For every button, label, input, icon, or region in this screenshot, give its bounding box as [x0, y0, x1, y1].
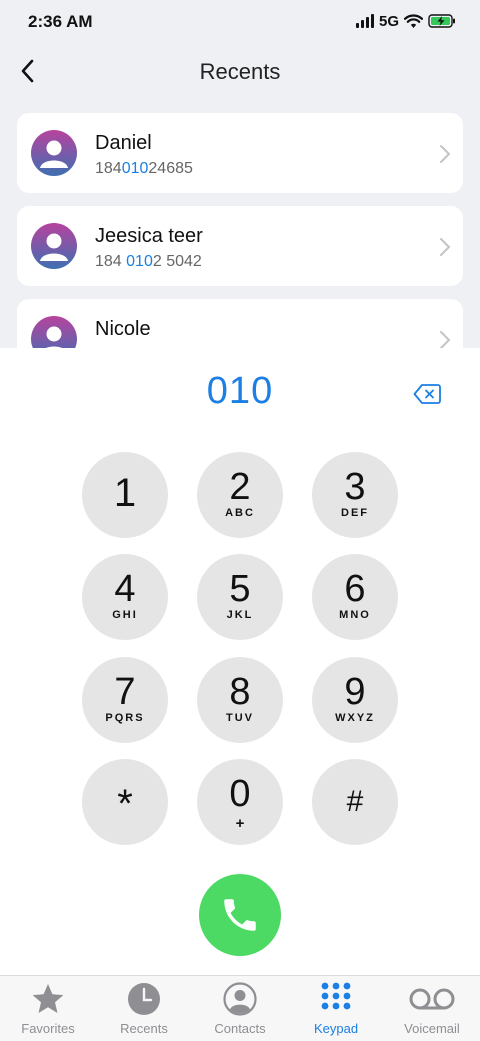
- recent-contact-card[interactable]: Daniel 18401024685: [17, 113, 463, 193]
- tab-label: Contacts: [192, 1021, 288, 1036]
- key-star[interactable]: *: [82, 759, 168, 845]
- key-letters: ABC: [197, 507, 283, 519]
- key-5[interactable]: 5 JKL: [197, 554, 283, 640]
- key-digit: *: [82, 783, 168, 825]
- key-3[interactable]: 3 DEF: [312, 452, 398, 538]
- recent-contact-card[interactable]: Jeesica teer 184 0102 5042: [17, 206, 463, 286]
- key-letters: GHI: [82, 609, 168, 621]
- tab-keypad[interactable]: Keypad: [288, 976, 384, 1041]
- key-2[interactable]: 2 ABC: [197, 452, 283, 538]
- tab-bar: Favorites Recents Contacts Keypad: [0, 975, 480, 1041]
- avatar-icon: [31, 316, 77, 348]
- key-8[interactable]: 8 TUV: [197, 657, 283, 743]
- key-letters: JKL: [197, 609, 283, 621]
- recent-contact-card[interactable]: Nicole: [17, 299, 463, 348]
- key-digit: 5: [197, 568, 283, 610]
- tab-favorites[interactable]: Favorites: [0, 976, 96, 1041]
- key-digit: 1: [82, 472, 168, 514]
- key-1[interactable]: 1: [82, 452, 168, 538]
- key-digit: 0: [197, 773, 283, 815]
- backspace-icon[interactable]: [413, 383, 441, 405]
- key-letters: MNO: [312, 609, 398, 621]
- tab-label: Recents: [96, 1021, 192, 1036]
- key-letters: PQRS: [82, 712, 168, 724]
- page-title: Recents: [0, 59, 480, 85]
- key-digit: 9: [312, 671, 398, 713]
- key-hash[interactable]: #: [312, 759, 398, 845]
- key-9[interactable]: 9 WXYZ: [312, 657, 398, 743]
- contact-number: 18401024685: [95, 160, 193, 178]
- star-icon: [31, 982, 65, 1016]
- key-letters: TUV: [197, 712, 283, 724]
- status-icons: 5G: [356, 11, 456, 31]
- key-digit: 8: [197, 671, 283, 713]
- clock-icon: [127, 982, 161, 1016]
- key-0[interactable]: 0 +: [197, 759, 283, 845]
- chevron-right-icon: [439, 144, 451, 164]
- navigation-bar: Recents: [0, 44, 480, 100]
- network-label: 5G: [379, 13, 399, 30]
- tab-label: Voicemail: [384, 1021, 480, 1036]
- wifi-icon: [404, 14, 423, 29]
- avatar-icon: [31, 130, 77, 176]
- status-time: 2:36 AM: [28, 12, 93, 32]
- call-button[interactable]: [199, 874, 281, 956]
- key-letters: DEF: [312, 507, 398, 519]
- phone-icon: [219, 894, 261, 936]
- key-digit: 2: [197, 466, 283, 508]
- contact-name: Nicole: [95, 318, 151, 341]
- key-digit: #: [312, 781, 398, 823]
- tab-label: Favorites: [0, 1021, 96, 1036]
- battery-charging-icon: [428, 14, 456, 28]
- key-7[interactable]: 7 PQRS: [82, 657, 168, 743]
- tab-label: Keypad: [288, 1021, 384, 1036]
- tab-voicemail[interactable]: Voicemail: [384, 976, 480, 1041]
- person-circle-icon: [223, 982, 257, 1016]
- keypad-icon: [319, 982, 353, 1016]
- signal-icon: [356, 14, 374, 28]
- chevron-right-icon: [439, 330, 451, 348]
- key-letters: +: [197, 815, 283, 832]
- contact-name: Daniel: [95, 132, 152, 155]
- recents-panel: 2:36 AM 5G Recents: [0, 0, 480, 348]
- key-digit: 3: [312, 466, 398, 508]
- contact-name: Jeesica teer: [95, 225, 203, 248]
- chevron-right-icon: [439, 237, 451, 257]
- status-bar: 2:36 AM 5G: [0, 0, 480, 44]
- key-digit: 7: [82, 671, 168, 713]
- dialed-number: 010: [0, 370, 480, 413]
- tab-contacts[interactable]: Contacts: [192, 976, 288, 1041]
- tab-recents[interactable]: Recents: [96, 976, 192, 1041]
- key-6[interactable]: 6 MNO: [312, 554, 398, 640]
- key-letters: WXYZ: [312, 712, 398, 724]
- avatar-icon: [31, 223, 77, 269]
- key-digit: 6: [312, 568, 398, 610]
- contact-number: 184 0102 5042: [95, 253, 202, 271]
- key-4[interactable]: 4 GHI: [82, 554, 168, 640]
- key-digit: 4: [82, 568, 168, 610]
- voicemail-icon: [408, 982, 456, 1016]
